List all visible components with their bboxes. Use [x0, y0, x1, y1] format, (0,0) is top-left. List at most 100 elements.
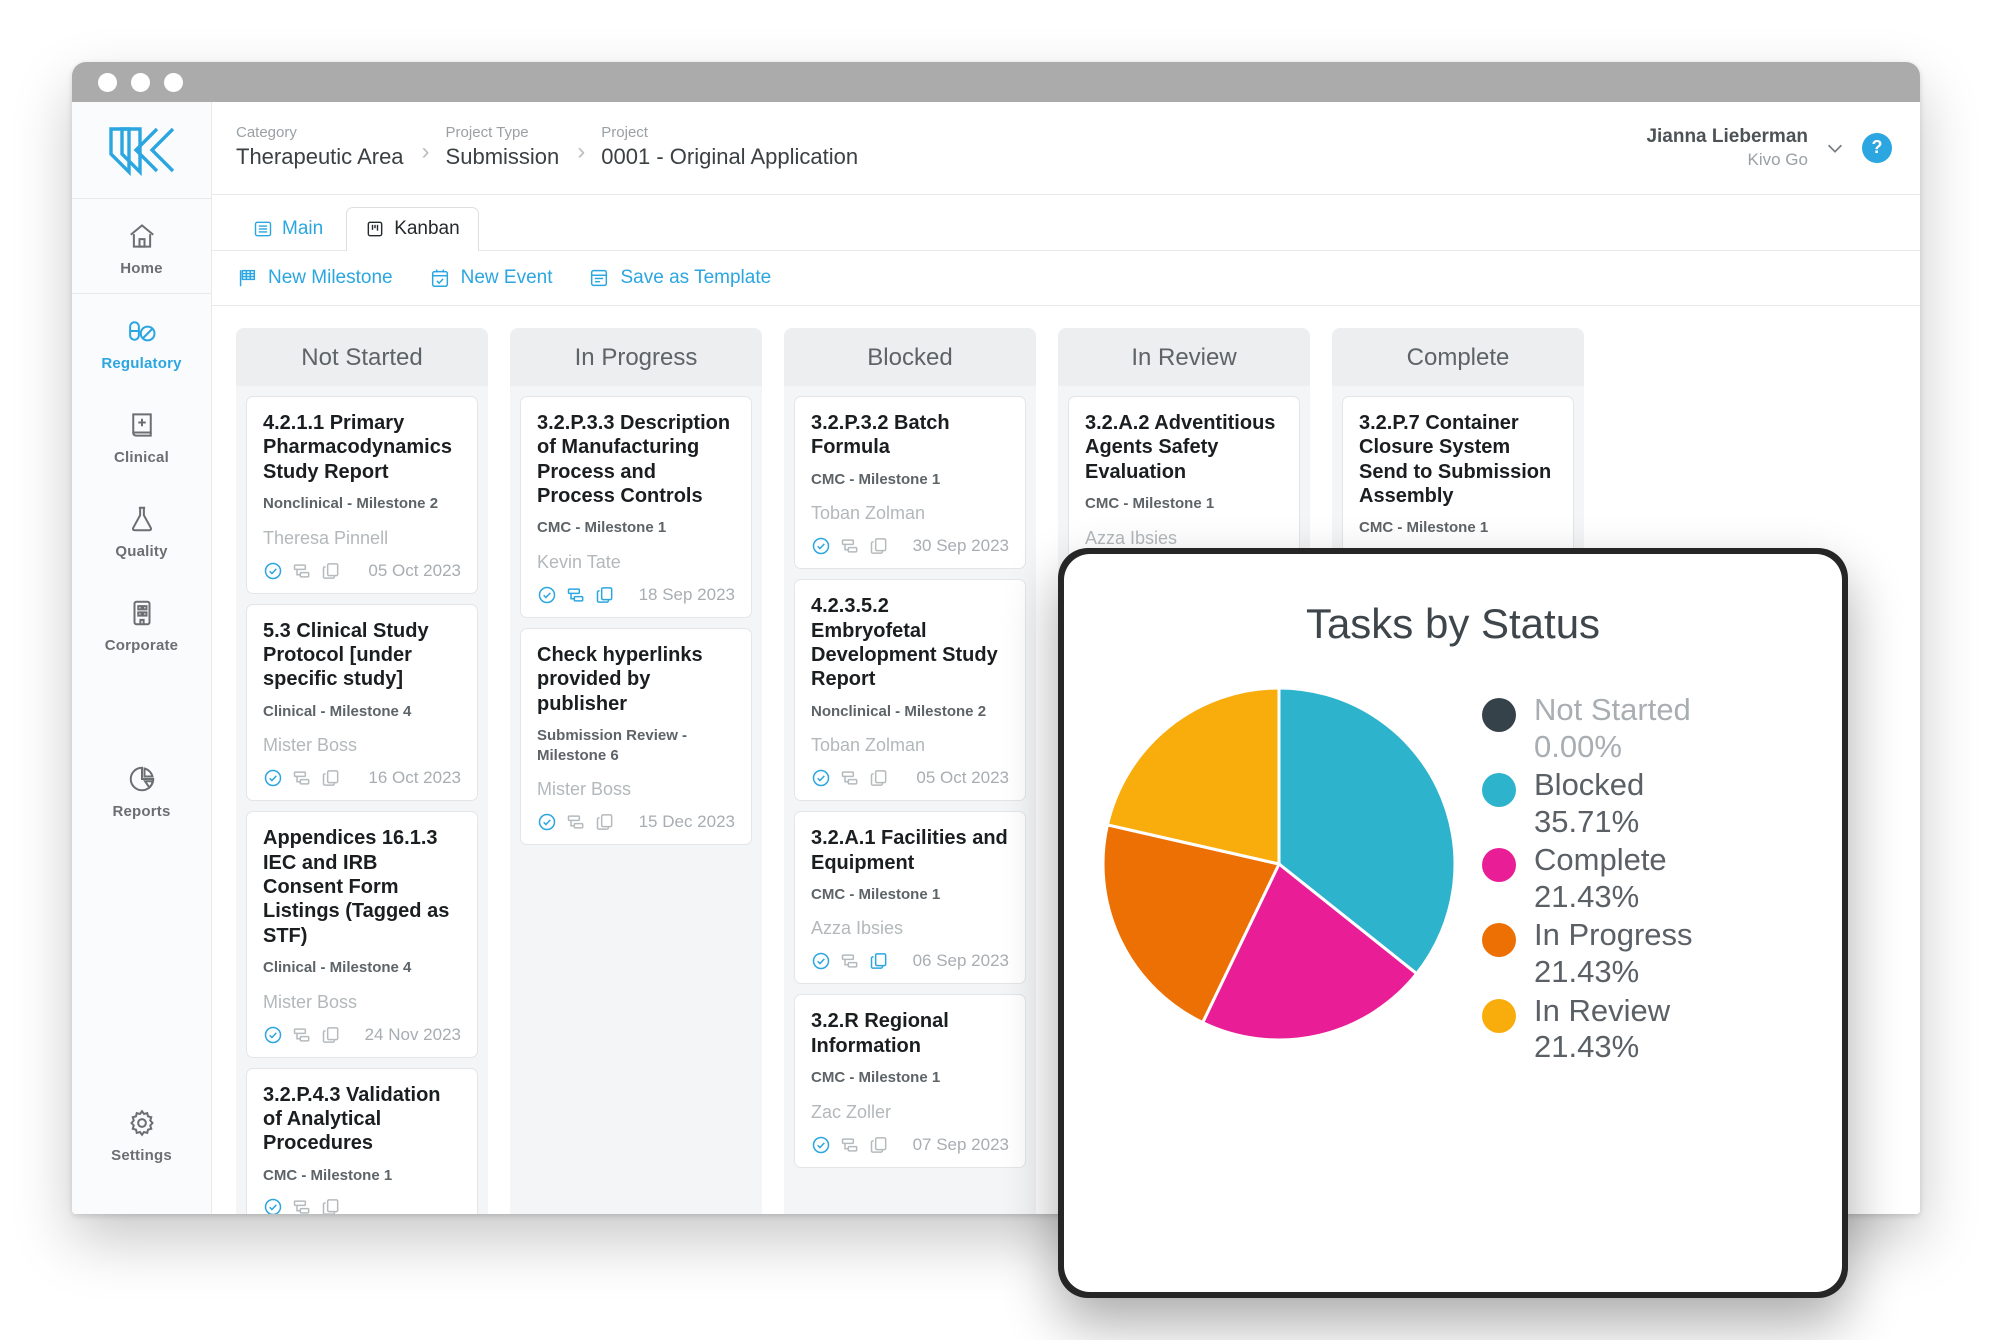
breadcrumb-item-category[interactable]: Category Therapeutic Area	[236, 124, 408, 171]
tab-main[interactable]: Main	[234, 207, 342, 251]
card-meta: CMC - Milestone 1	[811, 1068, 1009, 1088]
calendar-check-icon	[429, 267, 451, 289]
subtask-icon[interactable]	[840, 1135, 860, 1155]
sidebar-item-quality[interactable]: Quality	[72, 482, 211, 576]
card-date: 06 Sep 2023	[913, 951, 1009, 971]
card-meta: CMC - Milestone 1	[811, 885, 1009, 905]
check-circle-icon[interactable]	[811, 1135, 831, 1155]
card-title: 3.2.P.3.2 Batch Formula	[811, 411, 1009, 460]
kanban-card[interactable]: 3.2.R Regional InformationCMC - Mileston…	[794, 994, 1026, 1167]
kanban-card[interactable]: 3.2.P.4.3 Validation of Analytical Proce…	[246, 1068, 478, 1214]
new-event-button[interactable]: New Event	[429, 267, 553, 289]
subtask-icon[interactable]	[840, 951, 860, 971]
legend-item[interactable]: In Review21.43%	[1482, 993, 1693, 1066]
check-circle-icon[interactable]	[263, 1025, 283, 1045]
kanban-column-body[interactable]: 3.2.P.3.2 Batch Formula CMC - Milestone 1…	[784, 386, 1036, 1214]
copy-icon[interactable]	[595, 585, 615, 605]
close-icon[interactable]	[98, 73, 117, 92]
legend-text: Not Started0.00%	[1534, 692, 1691, 765]
minimize-icon[interactable]	[131, 73, 150, 92]
copy-icon[interactable]	[595, 812, 615, 832]
copy-icon[interactable]	[321, 561, 341, 581]
legend-text: In Progress21.43%	[1534, 917, 1693, 990]
template-icon	[588, 267, 610, 289]
copy-icon[interactable]	[321, 1025, 341, 1045]
kanban-column-title: In Review	[1058, 328, 1310, 386]
subtask-icon[interactable]	[566, 812, 586, 832]
legend-item[interactable]: Not Started0.00%	[1482, 692, 1693, 765]
sidebar-item-label: Settings	[111, 1147, 172, 1164]
card-footer	[263, 1197, 461, 1214]
sidebar-item-label: Regulatory	[101, 355, 181, 372]
copy-icon[interactable]	[869, 536, 889, 556]
kanban-card[interactable]: 3.2.P.3.2 Batch FormulaCMC - Milestone 1…	[794, 396, 1026, 569]
legend-value: 21.43%	[1534, 1029, 1639, 1064]
tab-label: Main	[282, 218, 323, 240]
copy-icon[interactable]	[869, 951, 889, 971]
save-as-template-button[interactable]: Save as Template	[588, 267, 771, 289]
subtask-icon[interactable]	[292, 1197, 312, 1214]
maximize-icon[interactable]	[164, 73, 183, 92]
check-circle-icon[interactable]	[537, 812, 557, 832]
kanban-card[interactable]: 4.2.3.5.2 Embryofetal Development Study …	[794, 579, 1026, 801]
card-title: 3.2.A.1 Facilities and Equipment	[811, 826, 1009, 875]
kanban-column-body[interactable]: 4.2.1.1 Primary Pharmacodynamics Study R…	[236, 386, 488, 1214]
card-meta: CMC - Milestone 1	[537, 518, 735, 538]
subtask-icon[interactable]	[840, 536, 860, 556]
check-circle-icon[interactable]	[263, 768, 283, 788]
legend-item[interactable]: Complete21.43%	[1482, 842, 1693, 915]
pill-icon	[127, 316, 157, 346]
kivo-logo[interactable]	[72, 102, 211, 198]
card-title: 3.2.A.2 Adventitious Agents Safety Evalu…	[1085, 411, 1283, 484]
check-circle-icon[interactable]	[263, 1197, 283, 1214]
help-button[interactable]: ?	[1862, 133, 1892, 163]
legend-swatch-icon	[1482, 848, 1516, 882]
copy-icon[interactable]	[869, 768, 889, 788]
breadcrumb-item-project-type[interactable]: Project Type Submission	[446, 124, 564, 171]
sidebar-item-home[interactable]: Home	[72, 199, 211, 293]
sidebar-item-settings[interactable]: Settings	[72, 1086, 211, 1180]
kanban-column-body[interactable]: 3.2.P.3.3 Description of Manufacturing P…	[510, 386, 762, 1214]
copy-icon[interactable]	[321, 768, 341, 788]
kanban-card[interactable]: 5.3 Clinical Study Protocol [under speci…	[246, 604, 478, 802]
kanban-card[interactable]: Appendices 16.1.3 IEC and IRB Consent Fo…	[246, 811, 478, 1057]
copy-icon[interactable]	[869, 1135, 889, 1155]
card-meta: Nonclinical - Milestone 2	[263, 494, 461, 514]
card-date: 18 Sep 2023	[639, 585, 735, 605]
check-circle-icon[interactable]	[811, 536, 831, 556]
check-circle-icon[interactable]	[811, 768, 831, 788]
copy-icon[interactable]	[321, 1197, 341, 1214]
kanban-card[interactable]: 4.2.1.1 Primary Pharmacodynamics Study R…	[246, 396, 478, 594]
breadcrumb-item-project[interactable]: Project 0001 - Original Application	[601, 124, 862, 171]
action-label: New Milestone	[268, 267, 393, 289]
legend-text: Complete21.43%	[1534, 842, 1667, 915]
sidebar-item-regulatory[interactable]: Regulatory	[72, 294, 211, 388]
legend-item[interactable]: In Progress21.43%	[1482, 917, 1693, 990]
legend-swatch-icon	[1482, 698, 1516, 732]
tab-kanban[interactable]: Kanban	[346, 207, 479, 251]
subtask-icon[interactable]	[292, 768, 312, 788]
subtask-icon[interactable]	[292, 1025, 312, 1045]
sidebar-item-clinical[interactable]: Clinical	[72, 388, 211, 482]
subtask-icon[interactable]	[566, 585, 586, 605]
new-milestone-button[interactable]: New Milestone	[236, 267, 393, 289]
legend-value: 21.43%	[1534, 954, 1639, 989]
kanban-card[interactable]: 3.2.A.1 Facilities and Equipment CMC - Mi…	[794, 811, 1026, 984]
sidebar-item-corporate[interactable]: Corporate	[72, 576, 211, 670]
check-circle-icon[interactable]	[537, 585, 557, 605]
check-circle-icon[interactable]	[811, 951, 831, 971]
card-owner: Mister Boss	[263, 735, 461, 756]
sidebar-item-reports[interactable]: Reports	[72, 742, 211, 836]
card-icon-group	[811, 951, 889, 971]
legend-text: Blocked35.71%	[1534, 767, 1644, 840]
card-footer: 05 Oct 2023	[263, 561, 461, 581]
legend-item[interactable]: Blocked35.71%	[1482, 767, 1693, 840]
check-circle-icon[interactable]	[263, 561, 283, 581]
subtask-icon[interactable]	[840, 768, 860, 788]
chevron-down-icon[interactable]	[1824, 137, 1846, 159]
user-menu[interactable]: Jianna Lieberman Kivo Go ?	[1646, 125, 1892, 171]
kanban-card[interactable]: Check hyperlinks provided by publisherSu…	[520, 628, 752, 845]
card-title: 3.2.P.7 Container Closure System Send to…	[1359, 411, 1557, 509]
subtask-icon[interactable]	[292, 561, 312, 581]
kanban-card[interactable]: 3.2.P.3.3 Description of Manufacturing P…	[520, 396, 752, 618]
